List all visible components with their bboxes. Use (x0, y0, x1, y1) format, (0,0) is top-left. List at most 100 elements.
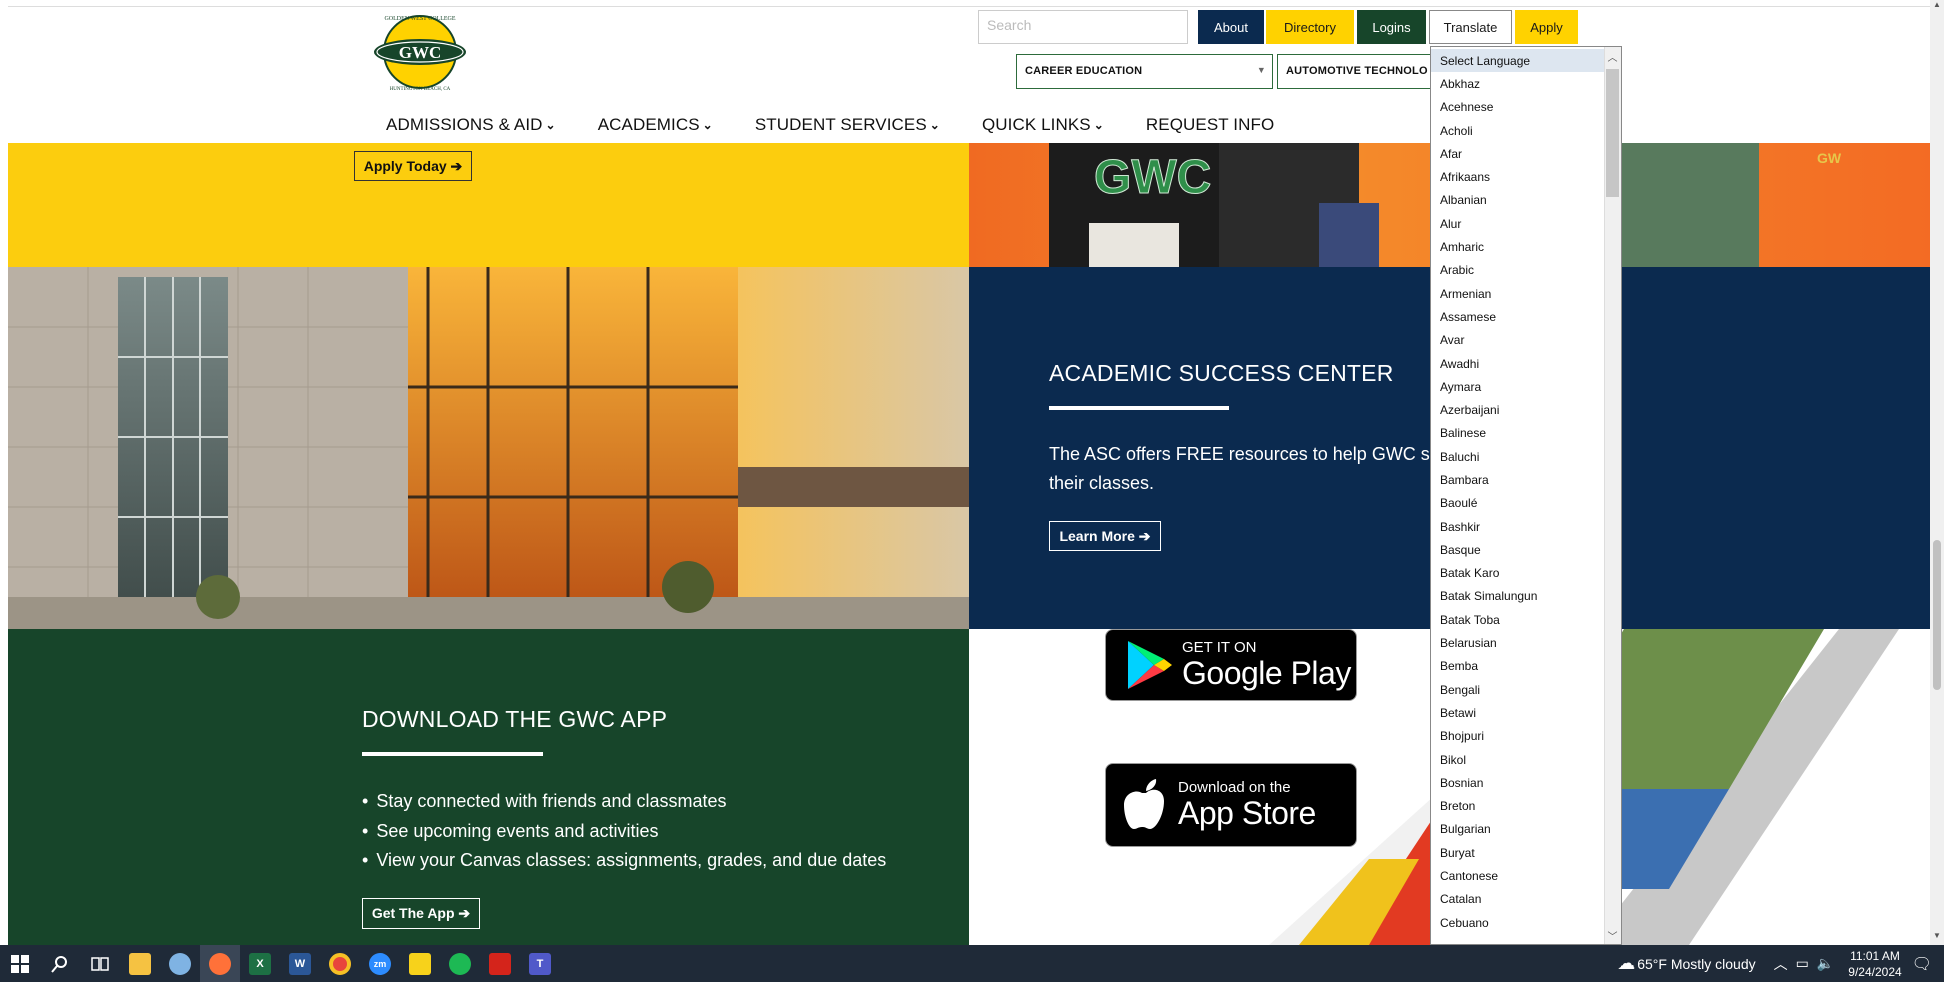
language-option[interactable]: Bhojpuri (1431, 725, 1604, 748)
scroll-down-icon[interactable]: ▼ (1930, 931, 1944, 945)
nav-quick-links[interactable]: QUICK LINKS ⌄ (982, 112, 1104, 138)
language-option[interactable]: Balinese (1431, 422, 1604, 445)
language-option[interactable]: Bulgarian (1431, 818, 1604, 841)
translate-button[interactable]: Translate (1429, 10, 1512, 44)
dropdown-scrollbar[interactable]: ︿ ﹀ (1604, 47, 1621, 944)
nav-admissions[interactable]: ADMISSIONS & AID ⌄ (386, 112, 556, 138)
nav-academics[interactable]: ACADEMICS ⌄ (598, 112, 713, 138)
svg-text:GW: GW (1817, 150, 1842, 166)
weather-text[interactable]: 65°F Mostly cloudy (1637, 956, 1755, 972)
chrome-icon[interactable] (320, 945, 360, 982)
chevron-up-icon[interactable]: ︿ (1604, 47, 1621, 65)
language-dropdown[interactable]: Select Language Abkhaz Acehnese Acholi Afar A… (1430, 46, 1622, 945)
language-option[interactable]: Betawi (1431, 701, 1604, 724)
language-option[interactable]: Alur (1431, 212, 1604, 235)
teams-icon[interactable]: T (520, 945, 560, 982)
language-option[interactable]: Armenian (1431, 282, 1604, 305)
page-scrollbar-thumb[interactable] (1933, 540, 1941, 690)
clock-time: 11:01 AM (1850, 948, 1900, 963)
language-option[interactable]: Amharic (1431, 235, 1604, 258)
chevron-down-icon: ⌄ (929, 118, 940, 132)
language-option[interactable]: Awadhi (1431, 352, 1604, 375)
paint-icon[interactable] (160, 945, 200, 982)
about-button[interactable]: About (1198, 10, 1264, 44)
language-option[interactable]: Belarusian (1431, 631, 1604, 654)
language-option[interactable]: Basque (1431, 538, 1604, 561)
language-option[interactable]: Bambara (1431, 468, 1604, 491)
language-option[interactable]: Baoulé (1431, 492, 1604, 515)
firefox-icon[interactable] (200, 945, 240, 982)
program-select[interactable]: AUTOMOTIVE TECHNOLO (1277, 54, 1437, 89)
language-option[interactable]: Afrikaans (1431, 165, 1604, 188)
app-feature-list: Stay connected with friends and classmat… (362, 789, 886, 878)
system-clock[interactable]: 11:01 AM 9/24/2024 (1848, 948, 1901, 980)
career-select-value: CAREER EDUCATION (1025, 65, 1143, 77)
career-select[interactable]: CAREER EDUCATION ▼ (1016, 54, 1273, 89)
language-option[interactable]: Aymara (1431, 375, 1604, 398)
file-explorer-icon[interactable] (120, 945, 160, 982)
windows-start-icon[interactable] (0, 945, 40, 982)
dropdown-scrollbar-thumb[interactable] (1606, 69, 1619, 197)
language-option[interactable]: Cebuano (1431, 911, 1604, 934)
language-option[interactable]: Buryat (1431, 841, 1604, 864)
spotify-icon[interactable] (440, 945, 480, 982)
language-option[interactable]: Arabic (1431, 259, 1604, 282)
directory-button[interactable]: Directory (1266, 10, 1354, 44)
google-play-badge[interactable]: GET IT ON Google Play (1105, 629, 1357, 701)
language-option[interactable]: Batak Karo (1431, 562, 1604, 585)
nav-academics-label: ACADEMICS (597, 115, 700, 134)
search-input[interactable]: Search (978, 10, 1188, 44)
get-app-button[interactable]: Get The App ➔ (362, 898, 480, 929)
nav-request-info[interactable]: REQUEST INFO (1146, 112, 1274, 138)
zoom-icon[interactable]: zm (360, 945, 400, 982)
language-option[interactable]: Batak Simalungun (1431, 585, 1604, 608)
language-option[interactable]: Acehnese (1431, 96, 1604, 119)
language-option[interactable]: Avar (1431, 329, 1604, 352)
language-option[interactable]: Breton (1431, 795, 1604, 818)
acrobat-icon[interactable] (480, 945, 520, 982)
network-icon[interactable]: ▭ (1796, 955, 1809, 972)
language-option[interactable]: Bosnian (1431, 771, 1604, 794)
task-view-icon[interactable] (80, 945, 120, 982)
asc-divider (1049, 406, 1229, 410)
excel-icon[interactable]: X (240, 945, 280, 982)
language-option[interactable]: Bikol (1431, 748, 1604, 771)
sticky-notes-icon[interactable] (400, 945, 440, 982)
language-option[interactable]: Azerbaijani (1431, 398, 1604, 421)
notifications-icon[interactable]: 🗨 (1912, 954, 1932, 974)
weather-icon[interactable]: ☁ (1617, 953, 1635, 974)
scroll-up-icon[interactable]: ▲ (1930, 0, 1944, 14)
language-option[interactable]: Cantonese (1431, 864, 1604, 887)
apply-button[interactable]: Apply (1515, 10, 1578, 44)
asc-title: ACADEMIC SUCCESS CENTER (1049, 360, 1394, 386)
nav-admissions-label: ADMISSIONS & AID (386, 115, 543, 134)
gwc-logo[interactable]: GWC GOLDEN WEST COLLEGE HUNTINGTON BEACH… (370, 10, 470, 94)
language-option[interactable]: Bengali (1431, 678, 1604, 701)
chevron-up-icon[interactable]: ︿ (1774, 954, 1788, 974)
app-store-badge[interactable]: Download on the App Store (1105, 763, 1357, 847)
volume-icon[interactable]: 🔈 (1817, 955, 1834, 972)
nav-student-services-label: STUDENT SERVICES (754, 115, 927, 134)
nav-student-services[interactable]: STUDENT SERVICES ⌄ (755, 112, 940, 138)
language-option[interactable]: Catalan (1431, 888, 1604, 911)
language-option[interactable]: Bemba (1431, 655, 1604, 678)
language-option[interactable]: Afar (1431, 142, 1604, 165)
search-icon[interactable] (40, 945, 80, 982)
chevron-down-icon[interactable]: ﹀ (1604, 926, 1621, 944)
google-play-small: GET IT ON (1182, 639, 1257, 656)
language-option[interactable]: Bashkir (1431, 515, 1604, 538)
logins-button[interactable]: Logins (1357, 10, 1426, 44)
learn-more-button[interactable]: Learn More ➔ (1049, 521, 1161, 551)
language-option[interactable]: Batak Toba (1431, 608, 1604, 631)
language-option[interactable]: Acholi (1431, 119, 1604, 142)
word-icon[interactable]: W (280, 945, 320, 982)
apply-today-button[interactable]: Apply Today ➔ (354, 151, 472, 181)
language-option[interactable]: Select Language (1431, 49, 1604, 73)
language-option[interactable]: Albanian (1431, 189, 1604, 212)
language-option[interactable]: Abkhaz (1431, 72, 1604, 95)
svg-text:GOLDEN WEST COLLEGE: GOLDEN WEST COLLEGE (384, 16, 455, 22)
chevron-down-icon: ⌄ (1093, 118, 1104, 132)
language-option[interactable]: Assamese (1431, 305, 1604, 328)
page-scrollbar[interactable]: ▲ ▼ (1930, 0, 1944, 945)
language-option[interactable]: Baluchi (1431, 445, 1604, 468)
